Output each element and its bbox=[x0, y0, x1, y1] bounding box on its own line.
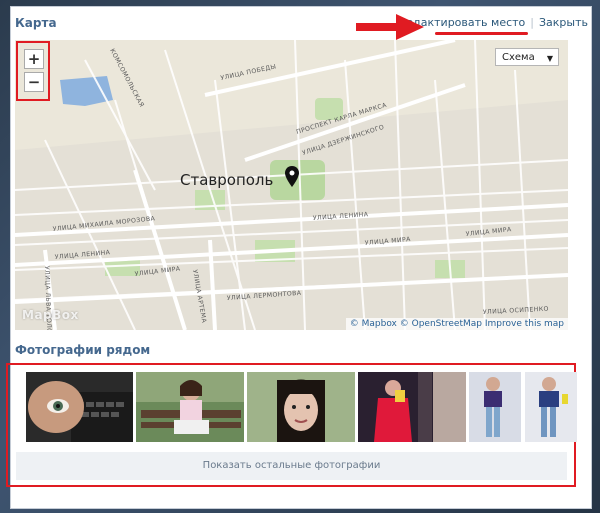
map-layer-value: Схема bbox=[502, 52, 535, 63]
location-pin-icon[interactable] bbox=[285, 166, 299, 188]
mapbox-logo: MapBox bbox=[22, 308, 79, 322]
link-separator: | bbox=[530, 16, 534, 29]
photo-thumbnail[interactable] bbox=[247, 372, 355, 442]
nearby-photos-title: Фотографии рядом bbox=[15, 343, 151, 357]
map-attribution[interactable]: © Mapbox © OpenStreetMap Improve this ma… bbox=[345, 318, 568, 330]
annotation-underline bbox=[435, 32, 528, 35]
photo-thumbnail[interactable] bbox=[136, 372, 244, 442]
show-more-photos-button[interactable]: Показать остальные фотографии bbox=[16, 452, 567, 480]
photo-thumbnail[interactable] bbox=[26, 372, 133, 442]
zoom-highlight-box bbox=[16, 41, 50, 101]
close-link[interactable]: Закрыть bbox=[539, 16, 588, 29]
chevron-down-icon: ▼ bbox=[546, 54, 553, 63]
annotation-arrow-icon bbox=[356, 14, 424, 40]
header-links: Редактировать место | Закрыть bbox=[400, 16, 588, 29]
panel-title: Карта bbox=[15, 16, 57, 30]
map-view[interactable]: КОМСОМОЛЬСКАЯ УЛИЦА ПОБЕДЫ ПРОСПЕКТ КАРЛ… bbox=[15, 40, 568, 330]
lake-shape bbox=[60, 76, 113, 106]
photo-thumbnail[interactable] bbox=[358, 372, 466, 442]
map-layer-select[interactable]: Схема ▼ bbox=[495, 48, 559, 66]
city-label: Ставрополь bbox=[180, 171, 274, 189]
photo-thumbnail[interactable] bbox=[469, 372, 577, 442]
